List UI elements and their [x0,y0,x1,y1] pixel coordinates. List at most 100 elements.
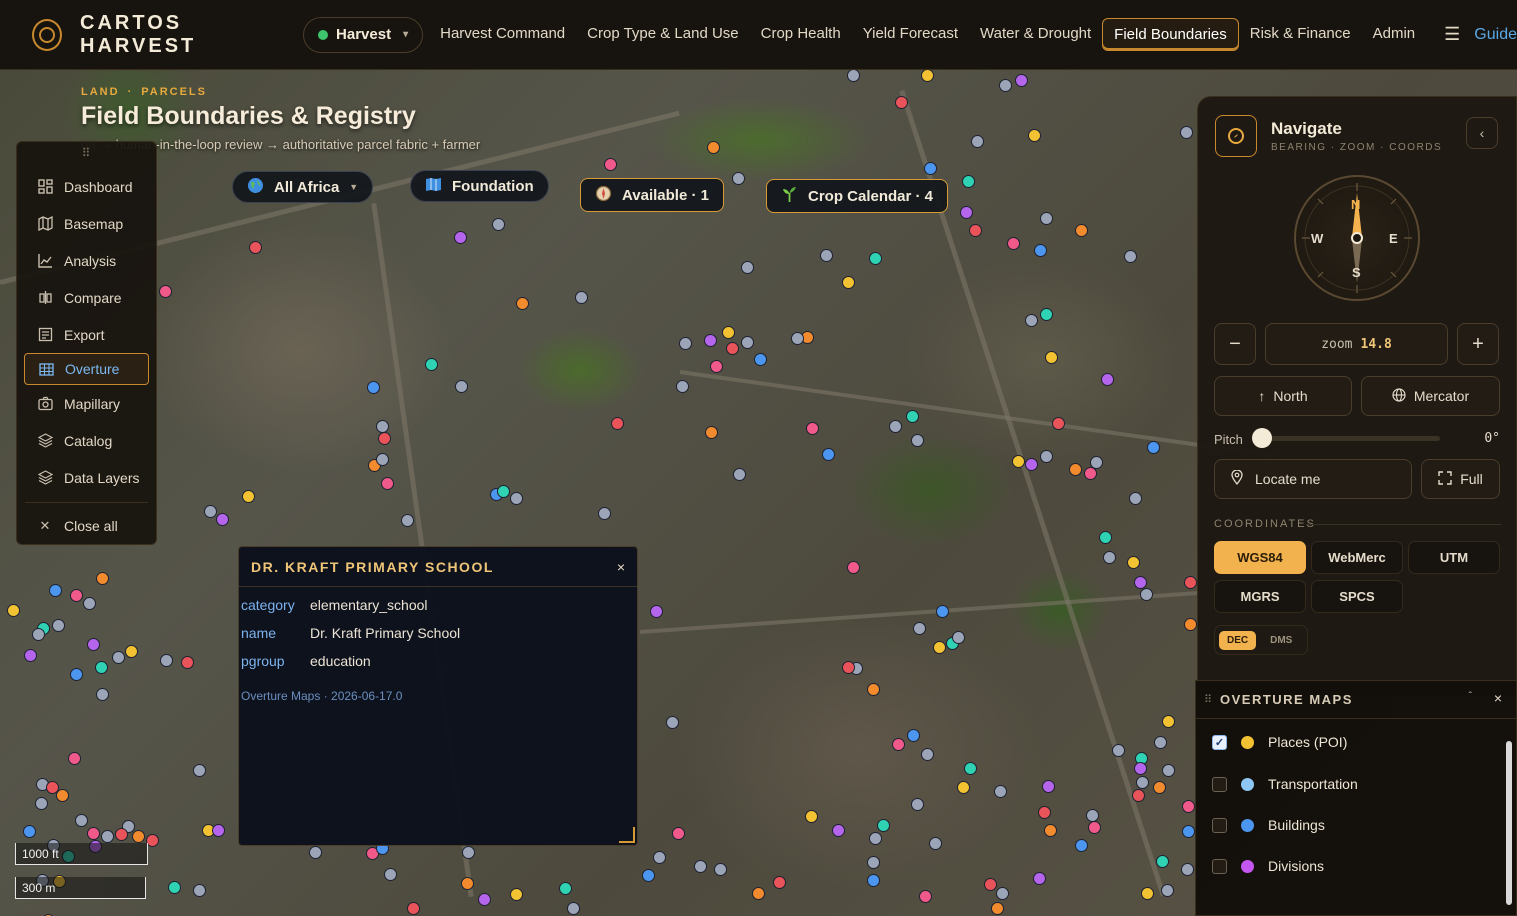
poi-marker[interactable] [705,426,718,439]
poi-marker[interactable] [1042,780,1055,793]
format-dms-option[interactable]: DMS [1262,631,1300,650]
poi-marker[interactable] [791,332,804,345]
region-selector[interactable]: All Africa ▼ [232,171,374,203]
poi-marker[interactable] [497,485,510,498]
menu-item-overture[interactable]: Overture [24,353,149,385]
layer-toggle-buildings[interactable]: Buildings [1212,817,1325,833]
poi-marker[interactable] [87,827,100,840]
poi-marker[interactable] [1129,492,1142,505]
poi-marker[interactable] [381,477,394,490]
poi-marker[interactable] [936,605,949,618]
menu-item-basemap[interactable]: Basemap [17,205,156,242]
poi-marker[interactable] [1028,129,1041,142]
poi-marker[interactable] [559,882,572,895]
poi-marker[interactable] [867,856,880,869]
poi-marker[interactable] [75,814,88,827]
poi-marker[interactable] [216,513,229,526]
poi-marker[interactable] [101,830,114,843]
menu-item-compare[interactable]: Compare [17,279,156,316]
poi-marker[interactable] [752,887,765,900]
poi-marker[interactable] [964,762,977,775]
poi-marker[interactable] [1086,809,1099,822]
poi-marker[interactable] [1040,450,1053,463]
poi-marker[interactable] [847,561,860,574]
menu-item-mapillary[interactable]: Mapillary [17,385,156,422]
pitch-slider-handle[interactable] [1252,428,1272,448]
available-chip[interactable]: Available · 1 [580,178,724,212]
zoom-in-button[interactable]: + [1457,323,1499,365]
poi-marker[interactable] [32,628,45,641]
poi-marker[interactable] [1044,824,1057,837]
poi-marker[interactable] [510,888,523,901]
menu-item-analysis[interactable]: Analysis [17,242,156,279]
poi-marker[interactable] [384,868,397,881]
poi-marker[interactable] [889,420,902,433]
poi-marker[interactable] [112,651,125,664]
poi-marker[interactable] [714,863,727,876]
poi-marker[interactable] [962,175,975,188]
poi-marker[interactable] [1182,825,1195,838]
poi-marker[interactable] [87,638,100,651]
poi-marker[interactable] [971,135,984,148]
poi-marker[interactable] [1162,715,1175,728]
poi-marker[interactable] [806,422,819,435]
poi-marker[interactable] [952,631,965,644]
poi-marker[interactable] [492,218,505,231]
poi-marker[interactable] [805,810,818,823]
poi-marker[interactable] [1180,126,1193,139]
north-button[interactable]: ↑ North [1214,376,1352,416]
poi-marker[interactable] [367,381,380,394]
poi-marker[interactable] [212,824,225,837]
close-icon[interactable]: × [617,559,625,575]
poi-marker[interactable] [960,206,973,219]
poi-marker[interactable] [1153,781,1166,794]
poi-marker[interactable] [1141,887,1154,900]
poi-marker[interactable] [249,241,262,254]
poi-marker[interactable] [1025,314,1038,327]
poi-marker[interactable] [999,79,1012,92]
poi-marker[interactable] [969,224,982,237]
poi-marker[interactable] [869,252,882,265]
poi-marker[interactable] [83,597,96,610]
nav-risk-finance[interactable]: Risk & Finance [1239,18,1362,51]
poi-marker[interactable] [56,789,69,802]
poi-marker[interactable] [1040,308,1053,321]
poi-marker[interactable] [1012,455,1025,468]
nav-crop-health[interactable]: Crop Health [750,18,852,51]
poi-marker[interactable] [1075,839,1088,852]
crop-calendar-chip[interactable]: Crop Calendar · 4 [766,179,949,213]
poi-marker[interactable] [96,572,109,585]
poi-marker[interactable] [23,825,36,838]
crs-utm-button[interactable]: UTM [1408,541,1500,574]
poi-marker[interactable] [1154,736,1167,749]
nav-field-boundaries[interactable]: Field Boundaries [1102,18,1239,51]
poi-marker[interactable] [1075,224,1088,237]
poi-marker[interactable] [1099,531,1112,544]
poi-marker[interactable] [125,645,138,658]
poi-marker[interactable] [401,514,414,527]
poi-marker[interactable] [929,837,942,850]
checkbox-unchecked[interactable] [1212,776,1227,792]
poi-marker[interactable] [832,824,845,837]
poi-marker[interactable] [115,828,128,841]
poi-marker[interactable] [68,752,81,765]
poi-marker[interactable] [1025,458,1038,471]
poi-marker[interactable] [1040,212,1053,225]
poi-marker[interactable] [1162,764,1175,777]
poi-marker[interactable] [575,291,588,304]
poi-marker[interactable] [921,69,934,82]
hamburger-menu-icon[interactable]: ☰ [1444,24,1460,45]
menu-item-catalog[interactable]: Catalog [17,422,156,459]
fullscreen-button[interactable]: Full [1421,459,1500,499]
nav-yield-forecast[interactable]: Yield Forecast [852,18,969,51]
crs-webmerc-button[interactable]: WebMerc [1311,541,1403,574]
poi-marker[interactable] [984,878,997,891]
poi-marker[interactable] [867,874,880,887]
poi-marker[interactable] [462,846,475,859]
nav-harvest-command[interactable]: Harvest Command [429,18,576,51]
poi-marker[interactable] [70,589,83,602]
poi-marker[interactable] [378,432,391,445]
layer-toggle-places[interactable]: ✓ Places (POI) [1212,734,1347,750]
menu-item-dashboard[interactable]: Dashboard [17,168,156,205]
poi-marker[interactable] [726,342,739,355]
